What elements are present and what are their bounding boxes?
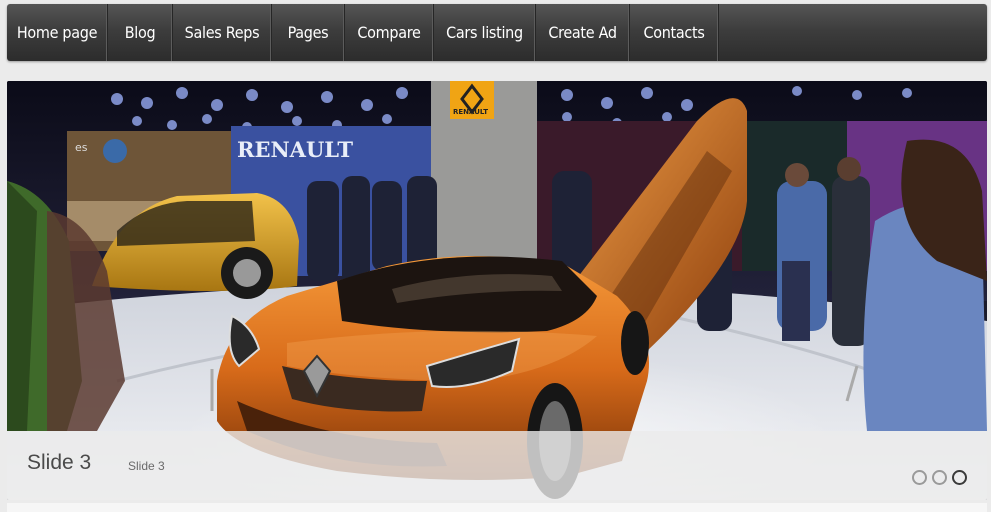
slide-title: Slide 3: [27, 451, 92, 474]
nav-sales-reps[interactable]: Sales Reps: [173, 4, 272, 61]
nav-blog[interactable]: Blog: [108, 4, 173, 61]
slide-subtitle: Slide 3: [128, 459, 165, 473]
slide-dot-1[interactable]: [912, 470, 927, 485]
booth-sign: RENAULT: [453, 108, 488, 116]
slide-pagination: [912, 470, 967, 485]
nav-label: Blog: [124, 23, 156, 42]
slide-caption: Slide 3 Slide 3: [7, 431, 987, 500]
nav-contacts[interactable]: Contacts: [630, 4, 719, 61]
nav-label: Sales Reps: [184, 23, 260, 42]
nav-label: Pages: [287, 23, 329, 42]
nav-pages[interactable]: Pages: [272, 4, 345, 61]
nav-label: Create Ad: [548, 23, 617, 42]
main-nav: Home page Blog Sales Reps Pages Compare …: [7, 4, 987, 61]
nav-label: Compare: [357, 23, 421, 42]
nav-label: Cars listing: [446, 23, 523, 42]
nav-cars-listing[interactable]: Cars listing: [434, 4, 536, 61]
image-slider[interactable]: es RENAULT RENAULT Slide 3 Slide 3: [7, 81, 987, 500]
slide-dot-3[interactable]: [952, 470, 967, 485]
nav-label: Contacts: [643, 23, 705, 42]
nav-label: Home page: [16, 23, 98, 42]
content-area-top: [7, 503, 987, 512]
slide-dot-2[interactable]: [932, 470, 947, 485]
brand-sign: RENAULT: [237, 137, 353, 162]
nav-home-page[interactable]: Home page: [7, 4, 108, 61]
nav-create-ad[interactable]: Create Ad: [536, 4, 630, 61]
background-sign: es: [75, 141, 88, 154]
nav-compare[interactable]: Compare: [345, 4, 434, 61]
